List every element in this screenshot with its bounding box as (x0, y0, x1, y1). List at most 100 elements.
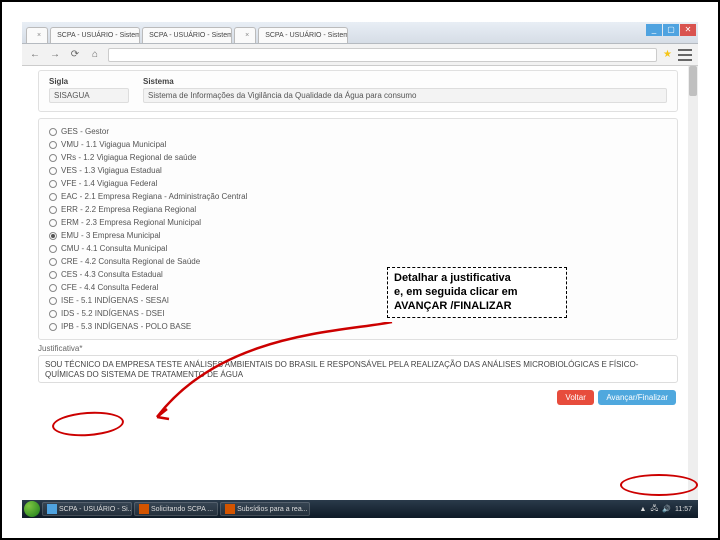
justificativa-label: Justificativa* (38, 344, 678, 353)
back-icon[interactable]: ← (28, 48, 42, 62)
reload-icon[interactable]: ⟳ (68, 48, 82, 62)
callout-line: e, em seguida clicar em (394, 286, 560, 300)
callout-line: Detalhar a justificativa (394, 272, 560, 286)
profile-radio-label: EAC - 2.1 Empresa Regiana - Administraçã… (61, 192, 247, 201)
profile-radio-option[interactable]: IPB - 5.3 INDÍGENAS - POLO BASE (49, 322, 667, 331)
tab-3[interactable]: × (234, 27, 256, 43)
radio-icon (49, 180, 57, 188)
profile-radio-label: CFE - 4.4 Consulta Federal (61, 283, 158, 292)
radio-icon (49, 219, 57, 227)
chrome-icon (47, 504, 57, 514)
radio-icon (49, 141, 57, 149)
window-close-button[interactable]: ✕ (680, 24, 696, 36)
clock[interactable]: 11:57 (675, 506, 692, 513)
tab-4[interactable]: SCPA - USUÁRIO - Sistem... × (258, 27, 348, 43)
profile-radio-label: CMU - 4.1 Consulta Municipal (61, 244, 167, 253)
profile-radio-option[interactable]: ERR - 2.2 Empresa Regiana Regional (49, 205, 667, 214)
maximize-button[interactable]: ▢ (663, 24, 679, 36)
radio-icon (49, 323, 57, 331)
radio-icon (49, 193, 57, 201)
tab-0[interactable]: × (26, 27, 48, 43)
radio-icon (49, 284, 57, 292)
tab-label: SCPA - USUÁRIO - Sistem... (149, 32, 232, 39)
profile-radio-option[interactable]: CRE - 4.2 Consulta Regional de Saúde (49, 257, 667, 266)
profile-radio-label: VRs - 1.2 Vigiagua Regional de saúde (61, 153, 197, 162)
taskbar-item[interactable]: Subsídios para a rea... (220, 502, 310, 516)
radio-icon (49, 206, 57, 214)
tab-2[interactable]: SCPA - USUÁRIO - Sistem... × (142, 27, 232, 43)
profile-radio-option[interactable]: CFE - 4.4 Consulta Federal (49, 283, 667, 292)
profile-radio-label: GES - Gestor (61, 127, 109, 136)
browser-toolbar: ← → ⟳ ⌂ ★ (22, 44, 698, 66)
radio-icon (49, 167, 57, 175)
volume-icon[interactable]: 🔊 (662, 505, 671, 513)
profile-radio-label: VES - 1.3 Vigiagua Estadual (61, 166, 162, 175)
profile-radio-label: IPB - 5.3 INDÍGENAS - POLO BASE (61, 322, 191, 331)
powerpoint-icon (139, 504, 149, 514)
radio-icon (49, 258, 57, 266)
minimize-button[interactable]: _ (646, 24, 662, 36)
profile-radio-option[interactable]: IDS - 5.2 INDÍGENAS - DSEI (49, 309, 667, 318)
forward-icon[interactable]: → (48, 48, 62, 62)
radio-icon (49, 128, 57, 136)
tab-1[interactable]: SCPA - USUÁRIO - Sistem... × (50, 27, 140, 43)
radio-icon (49, 297, 57, 305)
profile-radio-group: GES - Gestor VMU - 1.1 Vigiagua Municipal… (38, 118, 678, 340)
bookmark-icon[interactable]: ★ (663, 49, 672, 60)
url-input[interactable] (108, 48, 657, 62)
network-icon[interactable]: 🖧 (650, 504, 658, 515)
radio-icon (49, 232, 57, 240)
vertical-scrollbar[interactable] (688, 66, 698, 500)
profile-radio-label: ISE - 5.1 INDÍGENAS - SESAI (61, 296, 169, 305)
profile-radio-label: VFE - 1.4 Vigiagua Federal (61, 179, 157, 188)
system-tray: ▲ 🖧 🔊 11:57 (640, 504, 696, 515)
profile-radio-label: VMU - 1.1 Vigiagua Municipal (61, 140, 166, 149)
profile-radio-option[interactable]: VMU - 1.1 Vigiagua Municipal (49, 140, 667, 149)
profile-radio-option[interactable]: VRs - 1.2 Vigiagua Regional de saúde (49, 153, 667, 162)
start-button[interactable] (24, 501, 40, 517)
justificativa-textarea[interactable]: SOU TÉCNICO DA EMPRESA TESTE ANÁLISES AM… (38, 355, 678, 383)
profile-radio-label: ERM - 2.3 Empresa Regional Municipal (61, 218, 201, 227)
profile-radio-option[interactable]: GES - Gestor (49, 127, 667, 136)
radio-icon (49, 154, 57, 162)
profile-radio-label: ERR - 2.2 Empresa Regiana Regional (61, 205, 196, 214)
scrollbar-thumb[interactable] (689, 66, 697, 96)
profile-radio-label: IDS - 5.2 INDÍGENAS - DSEI (61, 309, 165, 318)
profile-radio-label: CES - 4.3 Consulta Estadual (61, 270, 163, 279)
menu-icon[interactable] (678, 49, 692, 61)
profile-radio-option[interactable]: EAC - 2.1 Empresa Regiana - Administraçã… (49, 192, 667, 201)
powerpoint-icon (225, 504, 235, 514)
tab-label: SCPA - USUÁRIO - Sistem... (57, 32, 140, 39)
voltar-button[interactable]: Voltar (557, 390, 593, 405)
tab-label: SCPA - USUÁRIO - Sistem... (265, 32, 348, 39)
button-row: Voltar Avançar/Finalizar (22, 387, 676, 405)
callout-line: AVANÇAR /FINALIZAR (394, 300, 560, 314)
sigla-value: SISAGUA (49, 88, 129, 103)
radio-icon (49, 245, 57, 253)
home-icon[interactable]: ⌂ (88, 48, 102, 62)
profile-radio-option[interactable]: CMU - 4.1 Consulta Municipal (49, 244, 667, 253)
sistema-value: Sistema de Informações da Vigilância da … (143, 88, 667, 103)
profile-radio-option[interactable]: ERM - 2.3 Empresa Regional Municipal (49, 218, 667, 227)
header-panel: Sigla SISAGUA Sistema Sistema de Informa… (38, 70, 678, 112)
instruction-callout: Detalhar a justificativa e, em seguida c… (387, 267, 567, 318)
profile-radio-option[interactable]: VFE - 1.4 Vigiagua Federal (49, 179, 667, 188)
radio-icon (49, 271, 57, 279)
profile-radio-option[interactable]: ISE - 5.1 INDÍGENAS - SESAI (49, 296, 667, 305)
taskbar-item[interactable]: Solicitando SCPA ... (134, 502, 218, 516)
page-content: Sigla SISAGUA Sistema Sistema de Informa… (22, 66, 698, 500)
windows-taskbar: SCPA - USUÁRIO - Si... Solicitando SCPA … (22, 500, 698, 518)
browser-tab-strip: × SCPA - USUÁRIO - Sistem... × SCPA - US… (22, 22, 698, 44)
sistema-label: Sistema (143, 77, 667, 86)
tray-icon[interactable]: ▲ (640, 506, 647, 513)
radio-icon (49, 310, 57, 318)
profile-radio-label: CRE - 4.2 Consulta Regional de Saúde (61, 257, 200, 266)
profile-radio-option[interactable]: VES - 1.3 Vigiagua Estadual (49, 166, 667, 175)
profile-radio-option[interactable]: EMU - 3 Empresa Municipal (49, 231, 667, 240)
avancar-finalizar-button[interactable]: Avançar/Finalizar (598, 390, 676, 405)
profile-radio-option[interactable]: CES - 4.3 Consulta Estadual (49, 270, 667, 279)
close-icon[interactable]: × (245, 32, 249, 39)
sigla-label: Sigla (49, 77, 129, 86)
close-icon[interactable]: × (37, 32, 41, 39)
taskbar-item[interactable]: SCPA - USUÁRIO - Si... (42, 502, 132, 516)
